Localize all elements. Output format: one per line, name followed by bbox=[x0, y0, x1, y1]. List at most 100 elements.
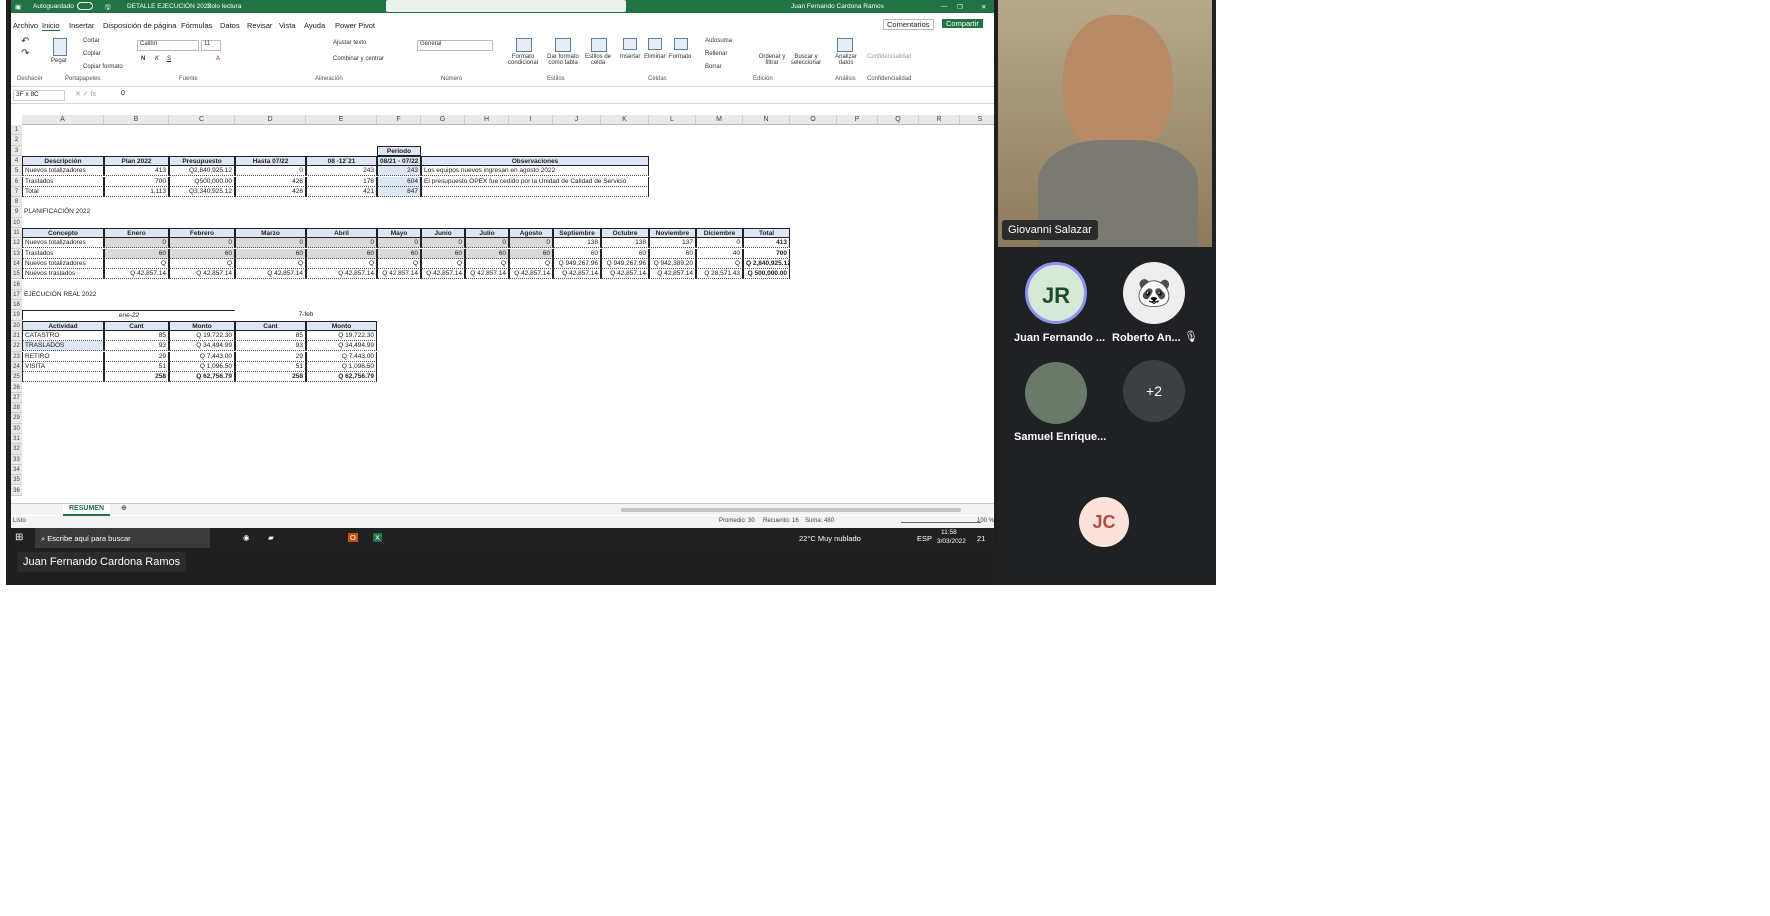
row-header[interactable]: 31 bbox=[11, 434, 22, 445]
cell[interactable]: Agosto bbox=[509, 228, 553, 238]
cell[interactable]: 08 -12´21 bbox=[306, 155, 377, 166]
cell[interactable]: Q 7,443.00 bbox=[306, 351, 377, 362]
horizontal-scrollbar[interactable] bbox=[621, 508, 961, 512]
formula-input[interactable]: 0 bbox=[121, 90, 125, 97]
format-table-icon[interactable] bbox=[555, 38, 571, 52]
delete-cells-icon[interactable] bbox=[648, 38, 662, 50]
wrap-text-button[interactable]: Ajustar texto bbox=[333, 40, 366, 46]
cell[interactable]: 85 bbox=[104, 331, 169, 341]
cell[interactable]: 51 bbox=[104, 361, 169, 372]
column-header[interactable]: H bbox=[465, 115, 509, 125]
comments-button[interactable]: Comentarios bbox=[883, 19, 934, 30]
analyze-data-label[interactable]: Analizar datos bbox=[833, 54, 859, 66]
autosum-button[interactable]: Autosuma bbox=[705, 38, 732, 44]
cell[interactable]: 85 bbox=[235, 331, 306, 341]
row-header[interactable]: 2 bbox=[11, 135, 22, 146]
cell[interactable]: Q 42,857.14 bbox=[306, 269, 377, 280]
row-header[interactable]: 9 bbox=[11, 207, 22, 218]
column-header[interactable]: S bbox=[960, 115, 994, 125]
cell[interactable]: Q 7,443.00 bbox=[169, 351, 235, 362]
cell[interactable]: 178 bbox=[306, 176, 377, 187]
cell[interactable]: Q bbox=[104, 258, 169, 269]
row-header[interactable]: 23 bbox=[11, 351, 22, 362]
cell[interactable]: Q 2,840,925.12 bbox=[743, 258, 790, 269]
cell[interactable] bbox=[22, 372, 104, 383]
cell[interactable]: Octubre bbox=[601, 228, 649, 238]
cell[interactable]: Q 42,857.14 bbox=[169, 269, 235, 280]
confidentiality-button[interactable]: Confidencialidad bbox=[867, 54, 911, 60]
cell[interactable]: Diciembre bbox=[696, 228, 743, 238]
conditional-format-label[interactable]: Formato condicional bbox=[503, 54, 543, 66]
cell[interactable]: 60 bbox=[377, 248, 421, 259]
cell[interactable]: 0 bbox=[104, 238, 169, 249]
cell[interactable]: Q 34,494.99 bbox=[306, 341, 377, 352]
row-header[interactable]: 4 bbox=[11, 155, 22, 167]
cell[interactable]: 60 bbox=[306, 248, 377, 259]
cell[interactable]: 847 bbox=[377, 186, 421, 197]
cell[interactable]: 60 bbox=[553, 248, 601, 259]
column-header[interactable]: O bbox=[790, 115, 837, 125]
column-header[interactable]: M bbox=[696, 115, 743, 125]
cell[interactable]: Septiembre bbox=[553, 228, 601, 238]
outlook-icon[interactable]: O bbox=[348, 533, 358, 542]
row-header[interactable]: 35 bbox=[11, 475, 22, 486]
cell[interactable]: Cant bbox=[235, 320, 306, 331]
folder-icon[interactable]: ▰ bbox=[268, 533, 274, 542]
cell[interactable]: Q 62,756.79 bbox=[306, 372, 377, 383]
cell[interactable]: 243 bbox=[377, 166, 421, 177]
menu-inicio[interactable]: Inicio bbox=[42, 21, 60, 31]
cell[interactable]: TRASLADOS bbox=[22, 341, 104, 352]
cell[interactable]: El presupuesto OPEX fue cedido por la Un… bbox=[421, 176, 649, 187]
cell[interactable]: Observaciones bbox=[421, 155, 649, 166]
sheet-tab-resumen[interactable]: RESUMEN bbox=[63, 504, 111, 516]
avatar-jc[interactable]: JC bbox=[1079, 497, 1129, 547]
cell[interactable]: Noviembre bbox=[649, 228, 696, 238]
column-header[interactable]: R bbox=[919, 115, 960, 125]
row-header[interactable]: 29 bbox=[11, 413, 22, 424]
insert-cells-label[interactable]: Insertar bbox=[620, 54, 640, 60]
panda-avatar-icon[interactable]: 🐼 bbox=[1123, 262, 1185, 324]
cell[interactable]: 0 bbox=[696, 238, 743, 249]
cell[interactable]: 421 bbox=[306, 186, 377, 197]
cell[interactable]: 60 bbox=[465, 248, 509, 259]
menu-ayuda[interactable]: Ayuda bbox=[304, 21, 325, 30]
menu-power-pivot[interactable]: Power Pivot bbox=[335, 21, 375, 30]
row-header[interactable]: 16 bbox=[11, 279, 22, 290]
row-header[interactable]: 34 bbox=[11, 464, 22, 476]
cell[interactable]: 426 bbox=[235, 186, 306, 197]
bold-icon[interactable]: N bbox=[141, 56, 145, 62]
column-header[interactable]: C bbox=[169, 115, 235, 125]
column-header[interactable]: F bbox=[377, 115, 421, 125]
format-table-label[interactable]: Dar formato como tabla bbox=[543, 54, 583, 66]
minimize-icon[interactable]: — bbox=[941, 3, 948, 10]
cell[interactable]: Q 34,494.99 bbox=[169, 341, 235, 352]
cell[interactable]: Q bbox=[169, 258, 235, 269]
cell[interactable]: 51 bbox=[235, 361, 306, 372]
cell[interactable]: 700 bbox=[104, 176, 169, 187]
cell[interactable]: Los equipos nuevos ingresan en agosto 20… bbox=[421, 166, 649, 177]
analyze-data-icon[interactable] bbox=[837, 38, 853, 52]
cell[interactable]: 258 bbox=[104, 372, 169, 383]
cell[interactable]: 60 bbox=[509, 248, 553, 259]
cell[interactable]: 60 bbox=[104, 248, 169, 259]
row-header[interactable]: 27 bbox=[11, 392, 22, 404]
redo-icon[interactable]: ↷ bbox=[21, 48, 29, 59]
cell[interactable]: Nuevos totalizadores bbox=[22, 258, 104, 269]
cell[interactable]: CATASTRO bbox=[22, 331, 104, 341]
row-header[interactable]: 12 bbox=[11, 238, 22, 249]
number-format-select[interactable]: General bbox=[417, 40, 493, 51]
cell[interactable]: Nuevos traslados bbox=[22, 269, 104, 280]
insert-cells-icon[interactable] bbox=[623, 38, 637, 50]
cell[interactable]: Concepto bbox=[22, 228, 104, 238]
notification-count[interactable]: 21 bbox=[977, 534, 985, 543]
cell[interactable] bbox=[421, 186, 649, 197]
fill-button[interactable]: Rellenar bbox=[705, 51, 727, 57]
cell[interactable]: 604 bbox=[377, 176, 421, 187]
cell[interactable]: RETIRO bbox=[22, 351, 104, 362]
row-header[interactable]: 28 bbox=[11, 403, 22, 414]
column-header[interactable]: E bbox=[306, 115, 377, 125]
row-header[interactable]: 32 bbox=[11, 444, 22, 455]
column-header[interactable]: G bbox=[421, 115, 465, 125]
row-header[interactable]: 15 bbox=[11, 269, 22, 280]
clear-button[interactable]: Borrar bbox=[705, 64, 722, 70]
